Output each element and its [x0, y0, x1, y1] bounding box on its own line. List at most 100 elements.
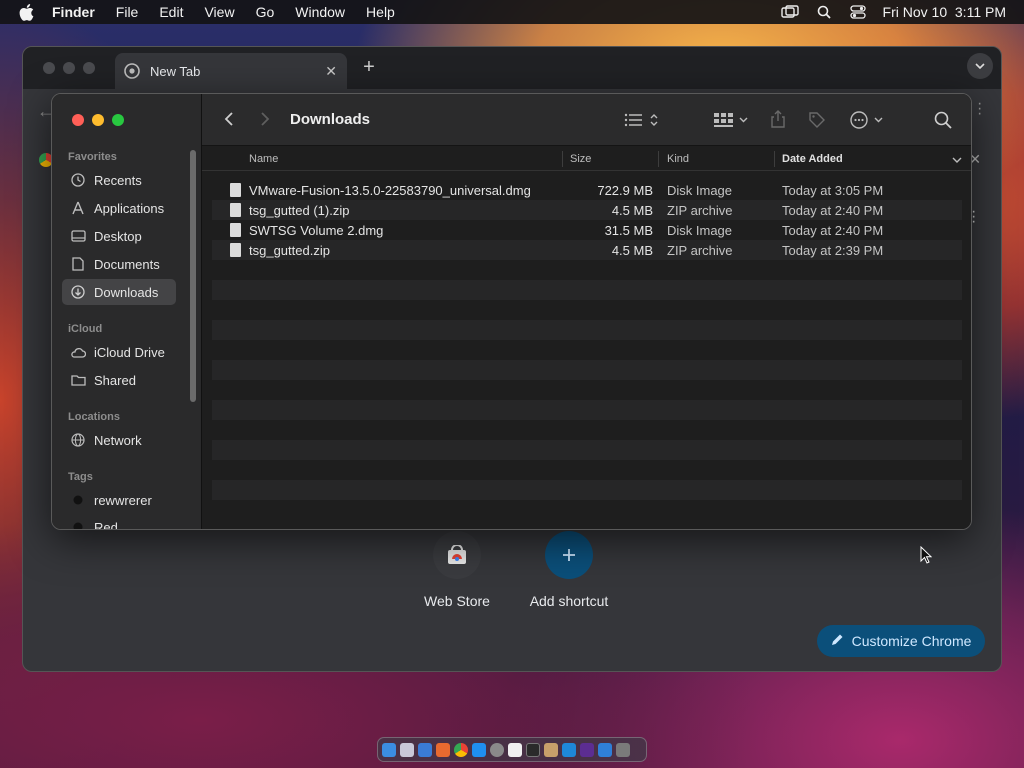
sidebar-item-network[interactable]: Network: [62, 427, 176, 453]
file-row[interactable]: SWTSG Volume 2.dmg 31.5 MB Disk Image To…: [212, 220, 962, 240]
more-actions-icon[interactable]: [850, 111, 886, 129]
minimize-window-button[interactable]: [92, 114, 104, 126]
apple-menu-icon[interactable]: [19, 3, 35, 21]
menu-file[interactable]: File: [116, 4, 139, 20]
sidebar-section-tags: Tags: [68, 471, 93, 483]
file-date-added: Today at 3:05 PM: [782, 183, 884, 198]
close-window-button[interactable]: [72, 114, 84, 126]
sidebar-item-label: Applications: [94, 200, 165, 216]
screen-mirroring-icon[interactable]: [780, 4, 799, 20]
sidebar-item-icloud-drive[interactable]: iCloud Drive: [62, 339, 176, 365]
search-icon[interactable]: [934, 111, 952, 129]
desktop-icon: [70, 228, 86, 244]
menu-help[interactable]: Help: [366, 4, 395, 20]
file-kind: Disk Image: [667, 223, 733, 238]
file-kind: Disk Image: [667, 183, 733, 198]
tab-search-chevron-icon[interactable]: [967, 53, 993, 79]
app-store-app-icon[interactable]: [472, 742, 486, 757]
sidebar-item-shared[interactable]: Shared: [62, 367, 176, 393]
tag-icon[interactable]: [808, 111, 826, 129]
applications-icon: [70, 200, 86, 216]
trash-icon[interactable]: [616, 742, 630, 757]
launchpad-app-icon[interactable]: [400, 742, 414, 757]
column-divider[interactable]: [774, 151, 775, 167]
menu-bar: Finder File Edit View Go Window Help Fri…: [0, 0, 1024, 24]
brush-app-icon[interactable]: [544, 742, 558, 757]
empty-row: [212, 420, 962, 440]
finder-toolbar: Downloads: [202, 94, 971, 146]
sidebar-item-label: rewwrerer: [94, 492, 152, 508]
safari-app-icon[interactable]: [418, 742, 432, 757]
column-header-date-added[interactable]: Date Added: [782, 153, 843, 165]
shortcut-web-store[interactable]: Web Store: [402, 531, 512, 609]
file-row[interactable]: tsg_gutted.zip 4.5 MB ZIP archive Today …: [212, 240, 962, 260]
file-name: VMware-Fusion-13.5.0-22583790_universal.…: [249, 183, 531, 198]
empty-row: [212, 260, 962, 280]
vscode-app-icon[interactable]: [562, 742, 576, 757]
column-divider[interactable]: [658, 151, 659, 167]
chrome-menu-icon[interactable]: · · ·: [977, 96, 983, 122]
cloud-icon: [70, 344, 86, 360]
firefox-app-icon[interactable]: [436, 742, 450, 757]
group-grid-icon[interactable]: [714, 112, 750, 128]
file-row[interactable]: VMware-Fusion-13.5.0-22583790_universal.…: [212, 180, 962, 200]
back-chevron-icon[interactable]: [224, 111, 234, 127]
spotlight-search-icon[interactable]: [815, 4, 833, 20]
shortcut-label: Web Store: [424, 593, 490, 609]
chrome-zoom-button[interactable]: [83, 62, 95, 74]
column-divider[interactable]: [562, 151, 563, 167]
file-kind: ZIP archive: [667, 243, 733, 258]
menu-app-name[interactable]: Finder: [52, 4, 95, 20]
close-tab-icon[interactable]: ✕: [325, 63, 337, 80]
forward-chevron-icon[interactable]: [260, 111, 270, 127]
column-header-size[interactable]: Size: [570, 153, 591, 165]
new-tab-icon[interactable]: +: [358, 57, 380, 79]
sort-chevron-icon[interactable]: [952, 154, 962, 166]
column-header-name[interactable]: Name: [249, 153, 278, 165]
menu-window[interactable]: Window: [295, 4, 345, 20]
control-center-icon[interactable]: [849, 4, 867, 20]
visual-studio-app-icon[interactable]: [580, 742, 594, 757]
pencil-icon: [831, 633, 844, 649]
column-header-kind[interactable]: Kind: [667, 153, 689, 165]
menu-go[interactable]: Go: [256, 4, 275, 20]
remote-app-icon[interactable]: [598, 742, 612, 757]
empty-row: [212, 480, 962, 500]
file-name: SWTSG Volume 2.dmg: [249, 223, 384, 238]
list-view-icon[interactable]: [624, 112, 660, 128]
shortcut-label: Add shortcut: [529, 593, 609, 609]
empty-row: [212, 500, 962, 520]
menu-view[interactable]: View: [204, 4, 234, 20]
sidebar-item-documents[interactable]: Documents: [62, 251, 176, 277]
zoom-window-button[interactable]: [112, 114, 124, 126]
sidebar-scrollbar[interactable]: [190, 150, 196, 402]
empty-row: [212, 440, 962, 460]
file-row[interactable]: tsg_gutted (1).zip 4.5 MB ZIP archive To…: [212, 200, 962, 220]
finder-sidebar: Favorites Recents Applications Desktop D…: [52, 94, 202, 529]
sidebar-item-tag-red[interactable]: Red: [62, 514, 176, 529]
terminal-app-icon[interactable]: [526, 742, 540, 757]
textedit-app-icon[interactable]: [508, 742, 522, 757]
shortcut-add[interactable]: Add shortcut: [514, 531, 624, 609]
menubar-clock[interactable]: Fri Nov 10 3:11 PM: [883, 4, 1006, 20]
share-icon[interactable]: [770, 110, 786, 128]
mouse-cursor-icon: [920, 545, 933, 569]
chrome-close-button[interactable]: [43, 62, 55, 74]
sidebar-item-label: Recents: [94, 172, 142, 188]
sidebar-item-applications[interactable]: Applications: [62, 195, 176, 221]
chrome-app-icon[interactable]: [454, 742, 468, 757]
chrome-tab-new-tab[interactable]: New Tab ✕: [115, 53, 347, 89]
customize-chrome-button[interactable]: Customize Chrome: [817, 625, 985, 657]
finder-app-icon[interactable]: [382, 742, 396, 757]
sidebar-item-tag-rewwrerer[interactable]: rewwrerer: [62, 487, 176, 513]
sidebar-item-downloads[interactable]: Downloads: [62, 279, 176, 305]
menu-edit[interactable]: Edit: [159, 4, 183, 20]
sidebar-item-desktop[interactable]: Desktop: [62, 223, 176, 249]
sidebar-section-icloud: iCloud: [68, 323, 103, 335]
system-settings-app-icon[interactable]: [490, 742, 504, 757]
sidebar-item-label: Downloads: [94, 284, 159, 300]
finder-window-title: Downloads: [290, 111, 371, 128]
chrome-minimize-button[interactable]: [63, 62, 75, 74]
sidebar-item-recents[interactable]: Recents: [62, 167, 176, 193]
chrome-favicon-icon: [124, 63, 140, 79]
